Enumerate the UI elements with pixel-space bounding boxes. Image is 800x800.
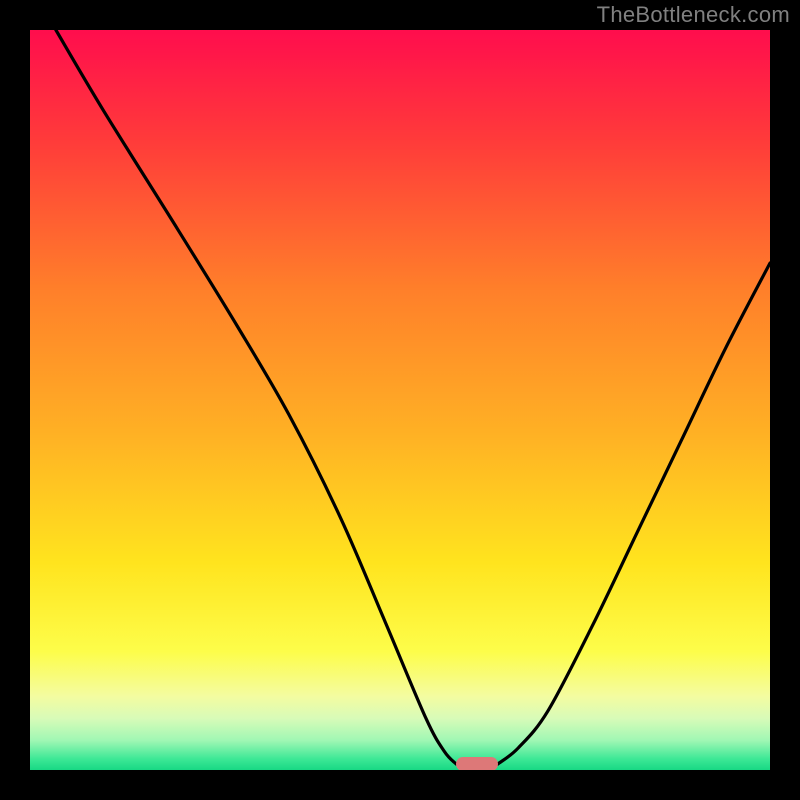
minimum-marker [456, 757, 497, 770]
right-curve [498, 263, 770, 764]
plot-area [30, 30, 770, 770]
curve-layer [30, 30, 770, 770]
left-curve [56, 30, 456, 764]
watermark-text: TheBottleneck.com [597, 2, 790, 28]
chart-frame: TheBottleneck.com [0, 0, 800, 800]
